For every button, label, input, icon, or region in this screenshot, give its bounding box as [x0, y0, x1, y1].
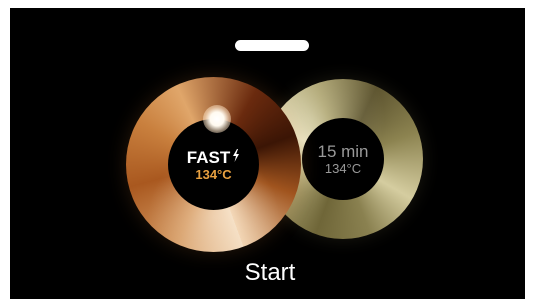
mode-dial-15min-center: 15 min 134°C [302, 118, 384, 200]
mode-fast-temperature: 134°C [195, 166, 232, 182]
mode-fast-label-row: FAST [187, 148, 240, 167]
lightning-bolt-icon [232, 148, 240, 167]
mode-15min-label: 15 min [317, 142, 369, 161]
selection-glow [203, 105, 231, 133]
device-screen: 15 min 134°C FAST 134°C Start [10, 8, 525, 299]
start-button[interactable]: Start [215, 256, 325, 290]
mode-dial-fast[interactable]: FAST 134°C [126, 77, 301, 252]
mode-fast-label: FAST [186, 147, 231, 167]
drag-handle[interactable] [235, 40, 309, 51]
mode-15min-temperature: 134°C [324, 161, 362, 176]
